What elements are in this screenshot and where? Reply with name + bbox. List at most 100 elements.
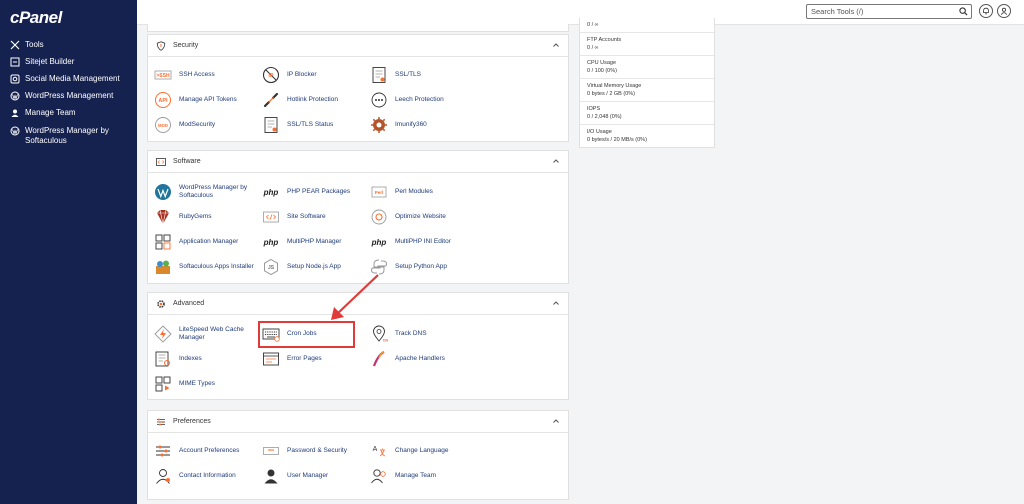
tool-user-manager[interactable]: User Manager (262, 467, 328, 485)
tool-label: SSL/TLS (395, 71, 422, 78)
svg-text:***: *** (268, 449, 274, 455)
search-input[interactable] (811, 7, 956, 16)
tool-wordpress-manager[interactable]: WordPress Manager by Softaculous (154, 183, 254, 201)
tool-ssl-tls-status[interactable]: SSL/TLS Status (262, 116, 333, 134)
tool-mime-types[interactable]: MIME Types (154, 375, 215, 393)
tool-application-manager[interactable]: Application Manager (154, 233, 238, 251)
tool-perl-modules[interactable]: Perl Perl Modules (370, 183, 433, 201)
tool-ip-blocker[interactable]: IP IP Blocker (262, 66, 317, 84)
tool-hotlink-protection[interactable]: Hotlink Protection (262, 91, 338, 109)
error-page-icon (262, 350, 280, 368)
tool-contact-information[interactable]: Contact Information (154, 467, 236, 485)
sidebar-item-tools[interactable]: Tools (10, 40, 132, 50)
sidebar-item-sitejet-builder[interactable]: Sitejet Builder (10, 57, 132, 67)
sidebar-item-wordpress-management[interactable]: WordPress Management (10, 91, 132, 101)
tool-modsecurity[interactable]: MOD ModSecurity (154, 116, 215, 134)
tool-ssh-access[interactable]: >SSH SSH Access (154, 66, 215, 84)
tool-label: Hotlink Protection (287, 96, 338, 103)
stat-value: 0 bytes/s / 20 MB/s (0%) (587, 137, 647, 143)
chevron-up-icon[interactable] (552, 417, 560, 425)
preferences-header[interactable]: Preferences (148, 411, 568, 433)
tool-site-software[interactable]: Site Software (262, 208, 326, 226)
tool-label: SSL/TLS Status (287, 121, 334, 128)
sidebar-item-social-media[interactable]: Social Media Management (10, 74, 132, 84)
tool-label: Optimize Website (395, 213, 446, 220)
sidebar-item-label: Tools (25, 40, 44, 49)
chevron-up-icon[interactable] (552, 157, 560, 165)
php-icon: php (262, 233, 280, 251)
account-preferences-icon (154, 442, 172, 460)
tool-label: Softaculous Apps Installer (179, 263, 254, 270)
sidebar-item-label: WordPress Manager by Softaculous (25, 126, 109, 145)
tool-softaculous-apps-installer[interactable]: Softaculous Apps Installer (154, 258, 254, 276)
tool-label: ModSecurity (179, 121, 216, 128)
link-icon (262, 91, 280, 109)
tool-label: Track DNS (395, 330, 427, 337)
stat-row: FTP Accounts 0 / ∞ (580, 32, 714, 55)
tool-label: Leech Protection (395, 96, 444, 103)
tool-manage-team[interactable]: Manage Team (370, 467, 436, 485)
sidebar-item-label: Sitejet Builder (25, 57, 75, 66)
tool-leech-protection[interactable]: Leech Protection (370, 91, 444, 109)
stat-label: I/O Usage (587, 129, 612, 135)
tool-ssl-tls[interactable]: SSL/TLS (370, 66, 421, 84)
tool-multiphp-ini-editor[interactable]: php MultiPHP INI Editor (370, 233, 451, 251)
tool-manage-api-tokens[interactable]: API Manage API Tokens (154, 91, 237, 109)
tool-label: Contact Information (179, 472, 236, 479)
stat-row: I/O Usage 0 bytes/s / 20 MB/s (0%) (580, 124, 714, 147)
tool-label: Manage Team (395, 472, 437, 479)
password-icon: *** (262, 442, 280, 460)
sidebar-item-wordpress-manager[interactable]: WordPress Manager by Softaculous (10, 126, 132, 146)
sliders-icon (156, 417, 166, 427)
svg-text:Perl: Perl (375, 190, 384, 195)
tool-imunify360[interactable]: Imunify360 (370, 116, 427, 134)
panel-previous (147, 24, 569, 32)
notifications-button[interactable] (979, 4, 993, 18)
tool-label: Error Pages (287, 355, 322, 362)
tool-change-language[interactable]: A Change Language (370, 442, 449, 460)
tool-label: LiteSpeed Web Cache Manager (179, 326, 244, 341)
tool-optimize-website[interactable]: Optimize Website (370, 208, 446, 226)
mime-types-icon (154, 375, 172, 393)
ruby-gem-icon (154, 208, 172, 226)
stat-label: IOPS (587, 106, 601, 112)
tool-label: WordPress Manager by Softaculous (179, 184, 248, 199)
indexes-icon (154, 350, 172, 368)
security-header[interactable]: Security (148, 35, 568, 57)
tool-label: Imunify360 (395, 121, 427, 128)
tool-php-pear-packages[interactable]: php PHP PEAR Packages (262, 183, 350, 201)
stat-label: CPU Usage (587, 60, 617, 66)
svg-text:A: A (373, 446, 378, 453)
chevron-up-icon[interactable] (552, 299, 560, 307)
php-icon: php (262, 183, 280, 201)
tool-apache-handlers[interactable]: Apache Handlers (370, 350, 445, 368)
softaculous-icon (154, 258, 172, 276)
stat-label: Virtual Memory Usage (587, 83, 642, 89)
tool-error-pages[interactable]: Error Pages (262, 350, 322, 368)
certificate-icon (370, 66, 388, 84)
tool-indexes[interactable]: Indexes (154, 350, 202, 368)
chevron-up-icon[interactable] (552, 41, 560, 49)
tool-litespeed-web-cache-manager[interactable]: LiteSpeed Web Cache Manager (154, 325, 254, 343)
sidebar-item-manage-team[interactable]: Manage Team (10, 108, 132, 118)
tool-label: Password & Security (287, 447, 347, 454)
stat-value: 0 bytes / 2 GB (0%) (587, 91, 635, 97)
tool-label: Site Software (287, 213, 326, 220)
search-box[interactable] (806, 4, 972, 19)
tool-label: Account Preferences (179, 447, 240, 454)
wordpress-icon (154, 183, 172, 201)
stat-row: 0 / ∞ (580, 18, 714, 32)
cpanel-logo[interactable]: cPanel (10, 8, 62, 28)
annotation-arrow-icon (331, 274, 379, 320)
search-icon[interactable] (959, 7, 968, 16)
tool-account-preferences[interactable]: Account Preferences (154, 442, 239, 460)
user-menu-button[interactable] (997, 4, 1011, 18)
software-header[interactable]: Software (148, 151, 568, 173)
litespeed-icon (154, 325, 172, 343)
social-media-icon (10, 74, 20, 84)
tool-multiphp-manager[interactable]: php MultiPHP Manager (262, 233, 342, 251)
tool-rubygems[interactable]: RubyGems (154, 208, 212, 226)
tool-label: Indexes (179, 355, 202, 362)
tool-password-security[interactable]: *** Password & Security (262, 442, 347, 460)
tool-label: Manage API Tokens (179, 96, 237, 103)
